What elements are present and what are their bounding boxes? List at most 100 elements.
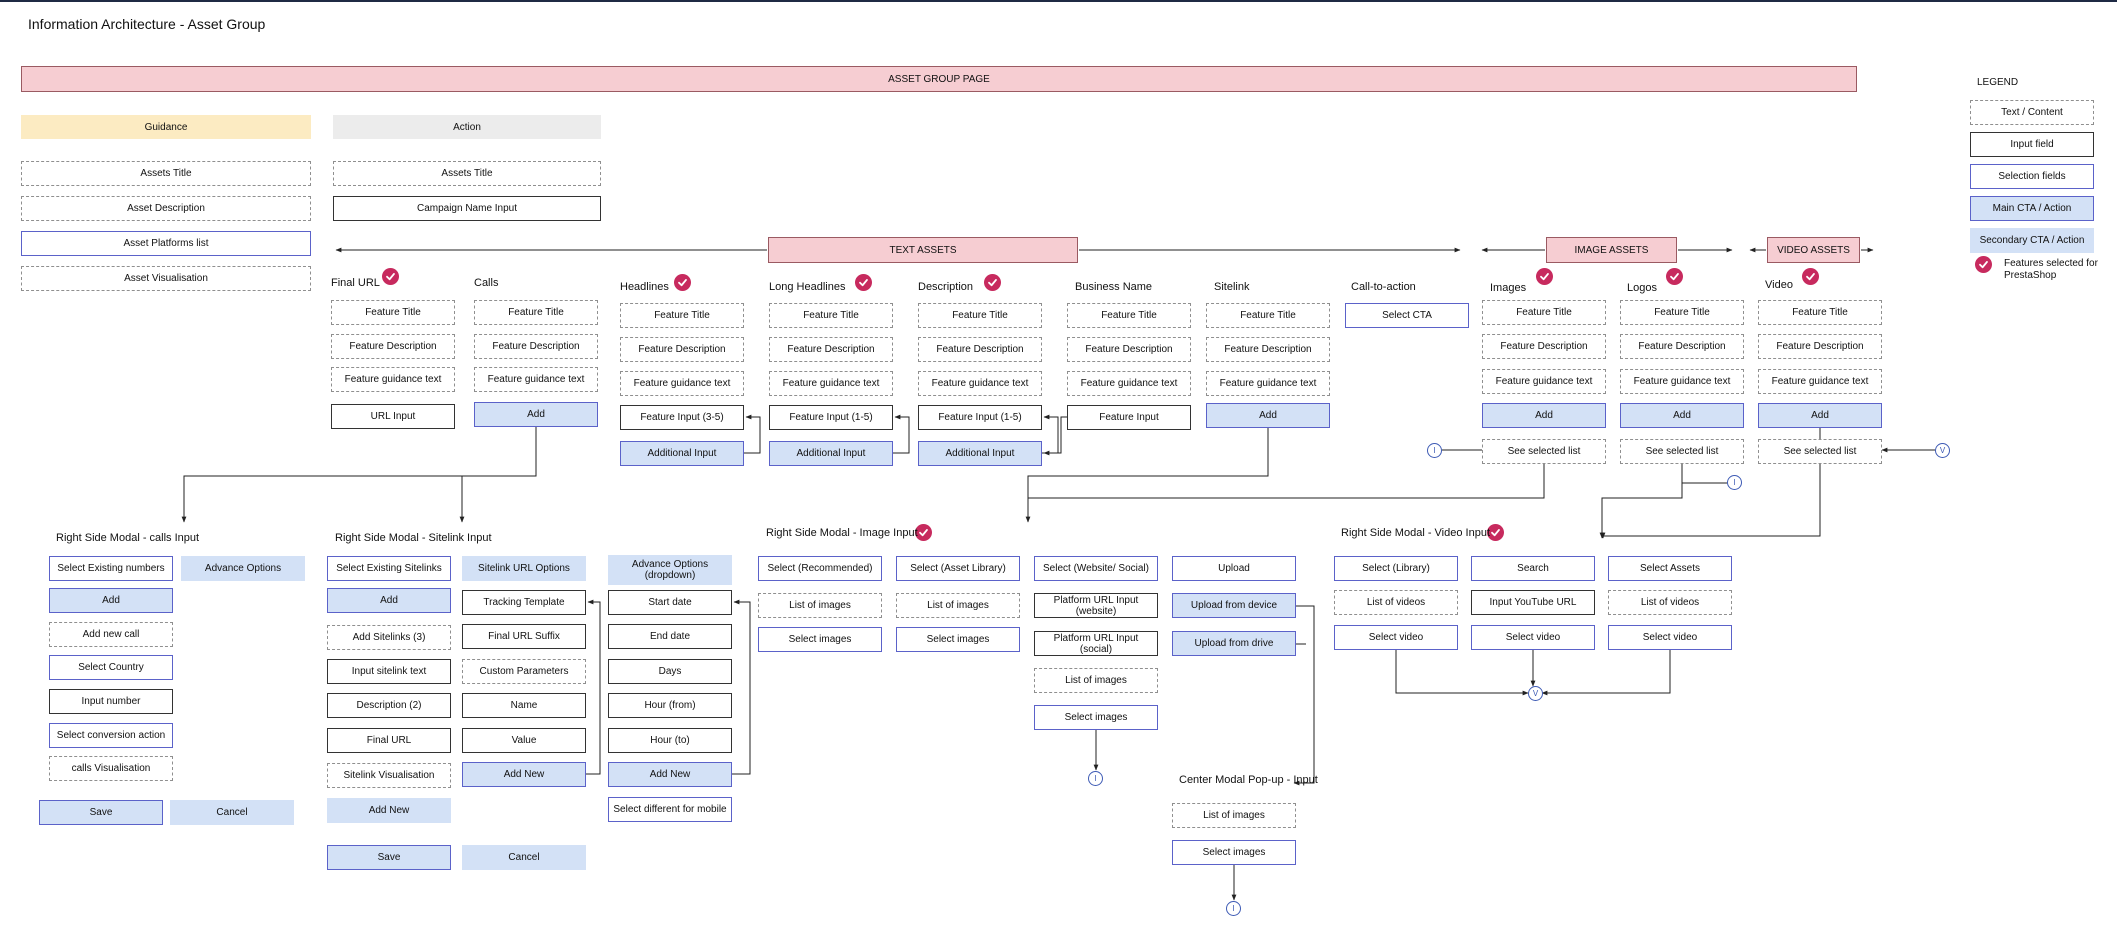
connector-i-image-modal[interactable]: I	[1088, 771, 1103, 786]
sitelink-add-button[interactable]: Add	[1206, 403, 1330, 428]
calls-save-button[interactable]: Save	[39, 800, 163, 825]
headlines-item-0: Feature Title	[620, 303, 744, 328]
sitelink-col1-item-5[interactable]: Final URL	[327, 728, 451, 753]
image-upload-item-2[interactable]: Upload from drive	[1172, 631, 1296, 656]
select-country[interactable]: Select Country	[49, 655, 173, 680]
sitelink-col2-item-5[interactable]: Value	[462, 728, 586, 753]
feature-title-logos: Logos	[1627, 282, 1657, 294]
video-add-button[interactable]: Add	[1758, 403, 1882, 428]
sitelink-col2-item-6[interactable]: Add New	[462, 762, 586, 787]
input-number[interactable]: Input number	[49, 689, 173, 714]
feature-title-headlines: Headlines	[620, 281, 669, 293]
video-assets-item-0[interactable]: Select Assets	[1608, 556, 1732, 581]
sitelink-col1-item-7[interactable]: Add New	[327, 798, 451, 823]
video-library-item-0[interactable]: Select (Library)	[1334, 556, 1458, 581]
page-title: Information Architecture - Asset Group	[28, 16, 266, 32]
long_headlines-input[interactable]: Feature Input (1-5)	[769, 405, 893, 430]
calls-add-button[interactable]: Add	[474, 402, 598, 427]
images-item-0: Feature Title	[1482, 300, 1606, 325]
sitelink-col3-item-2[interactable]: End date	[608, 624, 732, 649]
guidance-header: Guidance	[21, 115, 311, 139]
sitelink-col2-item-4[interactable]: Name	[462, 693, 586, 718]
sitelink-col2-item-1[interactable]: Tracking Template	[462, 590, 586, 615]
description-item-1: Feature Description	[918, 337, 1042, 362]
sitelink-col3-item-3[interactable]: Days	[608, 659, 732, 684]
image-library-item-2[interactable]: Select images	[896, 627, 1020, 652]
text-assets-banner: TEXT ASSETS	[768, 237, 1078, 263]
select-existing-numbers[interactable]: Select Existing numbers	[49, 556, 173, 581]
connector-i-logos[interactable]: I	[1727, 475, 1742, 490]
calls-modal-add[interactable]: Add	[49, 588, 173, 613]
sitelink-col2-item-0[interactable]: Sitelink URL Options	[462, 556, 586, 581]
sitelink-col3-item-0[interactable]: Advance Options (dropdown)	[608, 555, 732, 585]
long_headlines-additional-input[interactable]: Additional Input	[769, 441, 893, 466]
feature-title-business-name: Business Name	[1075, 281, 1153, 293]
sitelink-col3-item-1[interactable]: Start date	[608, 590, 732, 615]
advance-options-button[interactable]: Advance Options	[181, 556, 305, 581]
check-icon	[1802, 268, 1819, 285]
check-icon	[855, 274, 872, 291]
image-recommended-item-0[interactable]: Select (Recommended)	[758, 556, 882, 581]
video-item-1: Feature Description	[1758, 334, 1882, 359]
description-input[interactable]: Feature Input (1-5)	[918, 405, 1042, 430]
image-website-item-4[interactable]: Select images	[1034, 705, 1158, 730]
check-icon	[1666, 268, 1683, 285]
sitelink-col3-item-5[interactable]: Hour (to)	[608, 728, 732, 753]
center-select-images[interactable]: Select images	[1172, 840, 1296, 865]
sitelink-col3-item-6[interactable]: Add New	[608, 762, 732, 787]
image-upload-item-0[interactable]: Upload	[1172, 556, 1296, 581]
headlines-input[interactable]: Feature Input (3-5)	[620, 405, 744, 430]
campaign-name-input[interactable]: Campaign Name Input	[333, 196, 601, 221]
image-website-item-0[interactable]: Select (Website/ Social)	[1034, 556, 1158, 581]
image-website-item-2[interactable]: Platform URL Input (social)	[1034, 631, 1158, 656]
video-item-0: Feature Title	[1758, 300, 1882, 325]
image-library-item-1: List of images	[896, 593, 1020, 618]
image-website-item-1[interactable]: Platform URL Input (website)	[1034, 593, 1158, 618]
description-additional-input[interactable]: Additional Input	[918, 441, 1042, 466]
sitelink-col1-item-0[interactable]: Select Existing Sitelinks	[327, 556, 451, 581]
video-library-item-2[interactable]: Select video	[1334, 625, 1458, 650]
feature-title-cta: Call-to-action	[1351, 281, 1416, 293]
connector-i-center-modal[interactable]: I	[1226, 901, 1241, 916]
guidance-item: Asset Description	[21, 196, 311, 221]
logos-add-button[interactable]: Add	[1620, 403, 1744, 428]
connector-v-video[interactable]: V	[1935, 443, 1950, 458]
long_headlines-item-2: Feature guidance text	[769, 371, 893, 396]
business-name-item-1: Feature Description	[1067, 337, 1191, 362]
legend-title: LEGEND	[1977, 77, 2019, 88]
sitelink-col1-item-4[interactable]: Description (2)	[327, 693, 451, 718]
sitelink-col3-item-4[interactable]: Hour (from)	[608, 693, 732, 718]
sitelink-col2-item-7[interactable]: Cancel	[462, 845, 586, 870]
video-search-item-1[interactable]: Input YouTube URL	[1471, 590, 1595, 615]
final_url-item-3[interactable]: URL Input	[331, 404, 455, 429]
business-name-item-0: Feature Title	[1067, 303, 1191, 328]
headlines-additional-input[interactable]: Additional Input	[620, 441, 744, 466]
video-search-item-0[interactable]: Search	[1471, 556, 1595, 581]
connector-v-video-modal[interactable]: V	[1528, 686, 1543, 701]
images-see-selected-list[interactable]: See selected list	[1482, 439, 1606, 464]
image-recommended-item-2[interactable]: Select images	[758, 627, 882, 652]
logos-item-2: Feature guidance text	[1620, 369, 1744, 394]
sitelink-col1-item-3[interactable]: Input sitelink text	[327, 659, 451, 684]
video-see-selected-list[interactable]: See selected list	[1758, 439, 1882, 464]
sitelink-col1-item-8[interactable]: Save	[327, 845, 451, 870]
select-cta-field[interactable]: Select CTA	[1345, 303, 1469, 328]
sitelink-col2-item-2[interactable]: Final URL Suffix	[462, 624, 586, 649]
logos-see-selected-list[interactable]: See selected list	[1620, 439, 1744, 464]
video-search-item-2[interactable]: Select video	[1471, 625, 1595, 650]
video-assets-item-2[interactable]: Select video	[1608, 625, 1732, 650]
sitelink-col1-item-2: Add Sitelinks (3)	[327, 625, 451, 650]
guidance-item[interactable]: Asset Platforms list	[21, 231, 311, 256]
image-library-item-0[interactable]: Select (Asset Library)	[896, 556, 1020, 581]
images-add-button[interactable]: Add	[1482, 403, 1606, 428]
connector-i-images[interactable]: I	[1427, 443, 1442, 458]
image-upload-item-1[interactable]: Upload from device	[1172, 593, 1296, 618]
guidance-item: Assets Title	[21, 161, 311, 186]
select-conversion-action[interactable]: Select conversion action	[49, 723, 173, 748]
calls-cancel-button[interactable]: Cancel	[170, 800, 294, 825]
legend-item-0: Text / Content	[1970, 100, 2094, 125]
sitelink-col3-item-7[interactable]: Select different for mobile	[608, 797, 732, 822]
image-modal-title: Right Side Modal - Image Input	[766, 527, 918, 539]
sitelink-col1-item-1[interactable]: Add	[327, 588, 451, 613]
business-name-input[interactable]: Feature Input	[1067, 405, 1191, 430]
